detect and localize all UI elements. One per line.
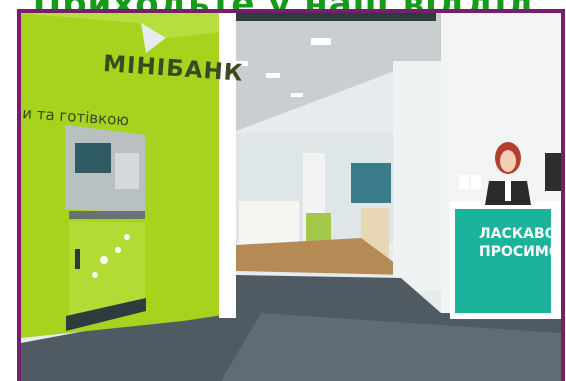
table-flag bbox=[459, 175, 469, 189]
receptionist-face bbox=[500, 150, 516, 172]
atm-screen bbox=[75, 143, 111, 173]
atm-keypad bbox=[115, 153, 139, 189]
ceiling-light bbox=[266, 73, 280, 78]
ceiling-beam bbox=[226, 13, 436, 21]
panel-lock bbox=[75, 249, 80, 269]
bank-interior-photo: МІНІБАНК и та готівкою ЛАСКАВО ПРОСИМО bbox=[21, 13, 561, 381]
image-frame: Приходьте у наш відділ bbox=[0, 0, 566, 381]
welcome-sign-line2: ПРОСИМО bbox=[479, 244, 561, 260]
partition-wall bbox=[393, 61, 443, 291]
logo-star bbox=[115, 247, 121, 253]
receptionist-collar bbox=[505, 181, 511, 201]
welcome-sign-line1: ЛАСКАВО bbox=[479, 226, 557, 242]
table-flag bbox=[471, 175, 481, 189]
welcome-sign-text: ЛАСКАВО ПРОСИМО bbox=[479, 225, 561, 261]
monitor bbox=[545, 153, 561, 191]
back-wall-panel bbox=[351, 163, 391, 203]
logo-star bbox=[92, 272, 98, 278]
logo-star bbox=[100, 256, 108, 264]
logo-star bbox=[124, 234, 130, 240]
atm-shelf bbox=[69, 211, 145, 219]
ceiling-light bbox=[291, 93, 303, 97]
ceiling-light bbox=[311, 38, 331, 45]
